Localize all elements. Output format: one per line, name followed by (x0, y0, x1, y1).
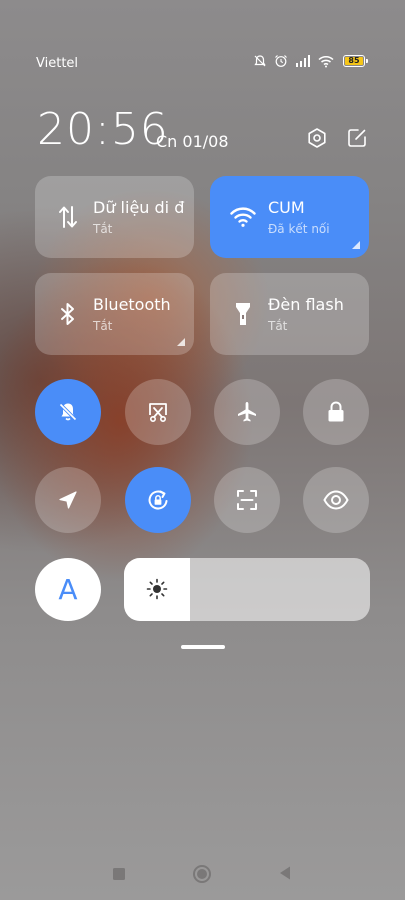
tile-mobile-data[interactable]: Dữ liệu di động Tắt (35, 176, 194, 258)
signal-icon (296, 55, 310, 67)
lock-screen-icon (328, 401, 344, 422)
toggle-airplane-mode[interactable] (214, 379, 280, 445)
settings-icon (308, 128, 326, 148)
recents-button[interactable] (112, 866, 126, 885)
back-button[interactable] (278, 865, 292, 885)
toggle-silent-mode[interactable] (35, 379, 101, 445)
date: Cn 01/08 (156, 132, 229, 151)
rotation-lock-icon (148, 490, 168, 510)
battery-icon: 85 (343, 55, 368, 67)
battery-level: 85 (348, 56, 360, 65)
tile-flashlight[interactable]: Đèn flash Tắt (210, 273, 369, 355)
wifi-icon (318, 55, 334, 67)
tile-status: Đã kết nối (268, 222, 330, 236)
edit-button[interactable] (345, 126, 369, 150)
toggle-scanner[interactable] (214, 467, 280, 533)
clock: 20:56 (37, 104, 169, 155)
carrier-name: Viettel (36, 56, 79, 71)
scanner-icon (237, 490, 257, 510)
expand-corner-icon[interactable] (352, 241, 360, 249)
screenshot-icon (149, 403, 167, 422)
recents-icon (113, 868, 125, 880)
bluetooth-icon (61, 303, 74, 325)
tile-wifi[interactable]: CUM Đã kết nối (210, 176, 369, 258)
tile-status: Tắt (93, 319, 113, 333)
home-button[interactable] (192, 864, 212, 888)
status-bar: Viettel 85 (0, 52, 405, 76)
auto-brightness-label: A (58, 573, 78, 606)
alarm-icon (275, 55, 287, 67)
tile-title: Bluetooth (93, 295, 171, 314)
brightness-icon (146, 578, 168, 600)
settings-button[interactable] (305, 126, 329, 150)
tile-bluetooth[interactable]: Bluetooth Tắt (35, 273, 194, 355)
expand-corner-icon[interactable] (177, 338, 185, 346)
toggle-reading-mode[interactable] (303, 467, 369, 533)
edit-icon (348, 129, 366, 147)
toggle-lock-screen[interactable] (303, 379, 369, 445)
notifications-off-icon (254, 55, 266, 67)
tile-title: Dữ liệu di động (93, 198, 185, 217)
silent-mode-icon (58, 402, 78, 422)
toggle-screenshot[interactable] (125, 379, 191, 445)
tile-title: CUM (268, 198, 305, 217)
back-icon (280, 866, 290, 880)
auto-brightness-button[interactable]: A (35, 558, 101, 621)
reading-mode-icon (323, 490, 349, 510)
airplane-mode-icon (238, 402, 256, 422)
brightness-slider[interactable] (124, 558, 370, 621)
tile-title: Đèn flash (268, 295, 344, 314)
mobile-data-icon (59, 206, 77, 228)
location-icon (59, 491, 77, 509)
flashlight-icon (236, 303, 250, 325)
toggle-location[interactable] (35, 467, 101, 533)
home-icon (193, 865, 211, 883)
panel-handle[interactable] (181, 645, 225, 649)
tile-status: Tắt (93, 222, 113, 236)
tile-status: Tắt (268, 319, 288, 333)
wifi-icon (230, 207, 256, 227)
status-icons: 85 (253, 54, 368, 68)
toggle-rotation-lock[interactable] (125, 467, 191, 533)
